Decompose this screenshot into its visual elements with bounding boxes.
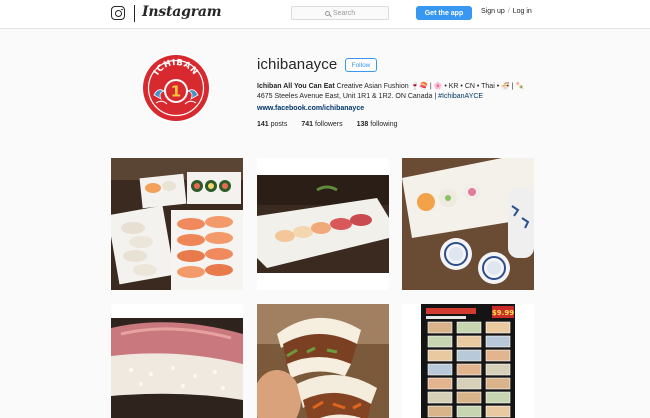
followers-stat[interactable]: 741 followers: [301, 121, 342, 128]
poster-menu-item: [456, 377, 482, 390]
bio-display-name: Ichiban All You Can Eat: [257, 83, 335, 90]
post-thumbnail-sushi-platter[interactable]: [111, 158, 243, 290]
poster-menu-item: [427, 377, 453, 390]
post-thumbnail-nigiri-plate[interactable]: [257, 158, 389, 290]
auth-separator: /: [507, 8, 510, 15]
poster-menu-item: [456, 405, 482, 418]
followers-label: followers: [315, 121, 343, 128]
bio-line-1: Ichiban All You Can Eat Creative Asian F…: [257, 82, 547, 92]
poster-menu-item: [456, 349, 482, 362]
followers-count: 741: [301, 121, 314, 128]
bio-hashtag-link[interactable]: #IchibanAYCE: [438, 93, 483, 100]
post-thumbnail-menu-poster[interactable]: $9.99: [402, 304, 534, 418]
poster-menu-item: [456, 321, 482, 334]
profile-stats: 141 posts 741 followers 138 following: [257, 121, 412, 128]
profile-avatar: 1 ICHIBAN: [141, 53, 211, 123]
posts-stat: 141 posts: [257, 121, 287, 128]
post-thumbnail-seared-nigiri[interactable]: [111, 304, 243, 418]
poster-menu-item: [427, 363, 453, 376]
poster-menu-item: [485, 335, 511, 348]
search-icon: [324, 10, 330, 16]
poster-menu-item: [485, 349, 511, 362]
poster-menu-item: [427, 349, 453, 362]
poster-menu-item: [485, 405, 511, 418]
poster-price-label: $9.99: [492, 309, 514, 317]
post-thumbnail-bao-buns[interactable]: [257, 304, 389, 418]
bio-line-2: 4675 Steeles Avenue East, Unit 1R1 & 1R2…: [257, 92, 547, 102]
poster-menu-item: [485, 321, 511, 334]
poster-menu-item: [485, 377, 511, 390]
instagram-wordmark[interactable]: Instagram: [142, 4, 222, 20]
poster-menu-item: [485, 363, 511, 376]
svg-text:1: 1: [171, 83, 181, 101]
following-label: following: [370, 121, 398, 128]
profile-bio: Ichiban All You Can Eat Creative Asian F…: [257, 82, 547, 114]
post-thumbnail-mochi-sake[interactable]: [402, 158, 534, 290]
poster-menu-item: [427, 391, 453, 404]
poster-menu-item: [427, 405, 453, 418]
profile-username: ichibanayce: [257, 56, 338, 73]
poster-menu-item: [427, 335, 453, 348]
signup-link[interactable]: Sign up: [481, 8, 505, 15]
auth-links: Sign up / Log in: [481, 8, 532, 15]
following-stat[interactable]: 138 following: [357, 121, 398, 128]
top-navigation-bar: Instagram Search Get the app Sign up / Log…: [0, 0, 650, 29]
brand-divider: [134, 5, 135, 22]
posts-count: 141: [257, 121, 269, 128]
poster-menu-item: [485, 391, 511, 404]
following-count: 138: [356, 121, 369, 128]
login-link[interactable]: Log in: [513, 8, 532, 15]
poster-menu-item: [456, 391, 482, 404]
search-input[interactable]: Search: [291, 6, 389, 20]
posts-label: posts: [270, 121, 288, 128]
poster-menu-item: [456, 363, 482, 376]
instagram-camera-icon[interactable]: [111, 6, 125, 20]
poster-menu-item: [456, 335, 482, 348]
poster-menu-item: [427, 321, 453, 334]
bio-tagline: Creative Asian Fushion 🍷🍣 | 🌸 • KR • CN …: [336, 83, 525, 90]
search-placeholder: Search: [332, 9, 356, 17]
get-the-app-button[interactable]: Get the app: [416, 6, 472, 20]
bio-address: 4675 Steeles Avenue East, Unit 1R1 & 1R2…: [257, 93, 437, 100]
profile-website-link[interactable]: www.facebook.com/ichibanayce: [257, 104, 547, 114]
follow-button[interactable]: Follow: [345, 58, 377, 72]
